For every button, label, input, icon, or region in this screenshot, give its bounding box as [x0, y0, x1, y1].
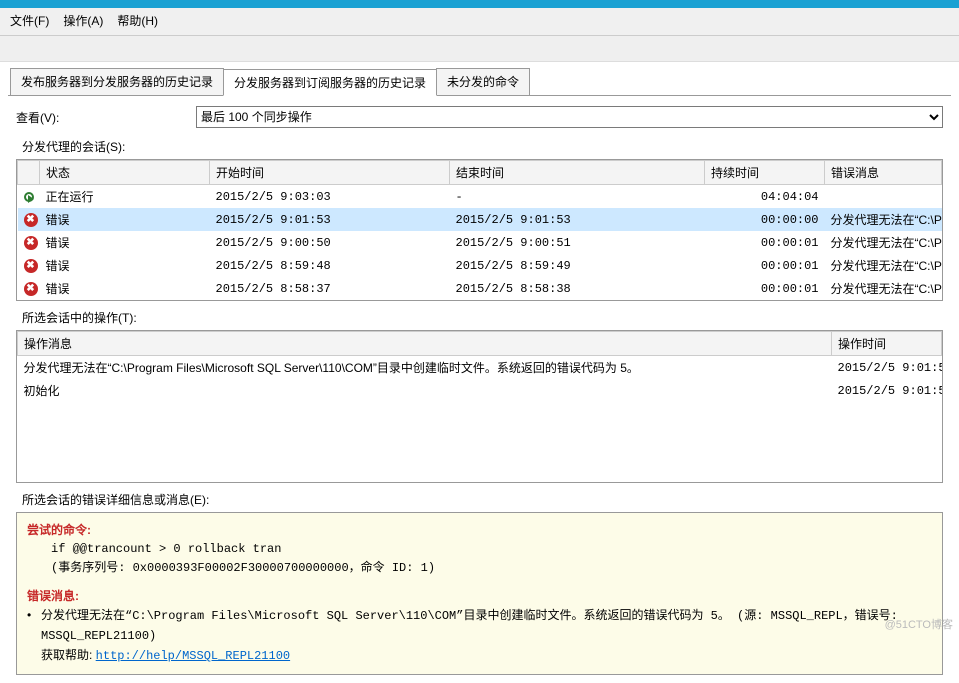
- col-errmsg[interactable]: 错误消息: [825, 161, 942, 185]
- sessions-label: 分发代理的会话(S):: [22, 138, 943, 155]
- tab-dist-to-sub[interactable]: 分发服务器到订阅服务器的历史记录: [223, 69, 437, 96]
- col-end[interactable]: 结束时间: [450, 161, 705, 185]
- tab-pub-to-dist[interactable]: 发布服务器到分发服务器的历史记录: [10, 68, 224, 95]
- cmd-header: 尝试的命令:: [27, 521, 932, 540]
- col-optime[interactable]: 操作时间: [832, 332, 942, 356]
- sessions-header-row: 状态 开始时间 结束时间 持续时间 错误消息: [18, 161, 942, 185]
- ops-header-row: 操作消息 操作时间: [18, 332, 942, 356]
- table-row[interactable]: 分发代理无法在“C:\Program Files\Microsoft SQL S…: [18, 356, 942, 380]
- error-icon: ✖: [24, 282, 38, 296]
- cmd-line-2: (事务序列号: 0x0000393F00002F30000700000000，命…: [27, 559, 932, 578]
- col-start[interactable]: 开始时间: [210, 161, 450, 185]
- main-panel: 查看(V): 最后 100 个同步操作 分发代理的会话(S): 状态 开始时间 …: [8, 95, 951, 675]
- sessions-grid[interactable]: 状态 开始时间 结束时间 持续时间 错误消息 正在运行2015/2/5 9:03…: [16, 159, 943, 301]
- error-icon: ✖: [24, 213, 38, 227]
- col-opmsg[interactable]: 操作消息: [18, 332, 832, 356]
- view-row: 查看(V): 最后 100 个同步操作: [16, 106, 943, 128]
- error-icon: ✖: [24, 236, 38, 250]
- col-status[interactable]: 状态: [40, 161, 210, 185]
- errmsg-header: 错误消息:: [27, 587, 932, 606]
- menu-file[interactable]: 文件(F): [10, 12, 49, 29]
- running-icon: [24, 192, 34, 202]
- watermark: @51CTO博客: [885, 616, 953, 632]
- help-prefix: 获取帮助:: [41, 648, 96, 662]
- toolbar-spacer: [0, 36, 959, 62]
- tab-strip: 发布服务器到分发服务器的历史记录 分发服务器到订阅服务器的历史记录 未分发的命令: [0, 62, 959, 95]
- menu-action[interactable]: 操作(A): [63, 12, 103, 29]
- ops-label: 所选会话中的操作(T):: [22, 309, 943, 326]
- error-icon: ✖: [24, 259, 38, 273]
- tab-undistributed[interactable]: 未分发的命令: [436, 68, 530, 95]
- table-row[interactable]: 初始化2015/2/5 9:01:5: [18, 379, 942, 402]
- view-select[interactable]: 最后 100 个同步操作: [196, 106, 943, 128]
- view-label: 查看(V):: [16, 109, 196, 126]
- table-row[interactable]: ✖错误2015/2/5 8:59:482015/2/5 8:59:4900:00…: [18, 254, 942, 277]
- col-duration[interactable]: 持续时间: [705, 161, 825, 185]
- table-row[interactable]: 正在运行2015/2/5 9:03:03-04:04:04: [18, 185, 942, 209]
- table-row[interactable]: ✖错误2015/2/5 9:00:502015/2/5 9:00:5100:00…: [18, 231, 942, 254]
- help-link[interactable]: http://help/MSSQL_REPL21100: [96, 649, 290, 663]
- col-icon[interactable]: [18, 161, 40, 185]
- errmsg-text: 分发代理无法在“C:\Program Files\Microsoft SQL S…: [41, 609, 898, 643]
- table-row[interactable]: ✖错误2015/2/5 9:01:532015/2/5 9:01:5300:00…: [18, 208, 942, 231]
- cmd-line-1: if @@trancount > 0 rollback tran: [27, 540, 932, 559]
- title-bar: [0, 0, 959, 8]
- error-detail-box: 尝试的命令: if @@trancount > 0 rollback tran …: [16, 512, 943, 675]
- menu-bar: 文件(F) 操作(A) 帮助(H): [0, 8, 959, 36]
- ops-grid[interactable]: 操作消息 操作时间 分发代理无法在“C:\Program Files\Micro…: [16, 330, 943, 483]
- detail-label: 所选会话的错误详细信息或消息(E):: [22, 491, 943, 508]
- table-row[interactable]: ✖错误2015/2/5 8:58:372015/2/5 8:58:3800:00…: [18, 277, 942, 300]
- menu-help[interactable]: 帮助(H): [117, 12, 158, 29]
